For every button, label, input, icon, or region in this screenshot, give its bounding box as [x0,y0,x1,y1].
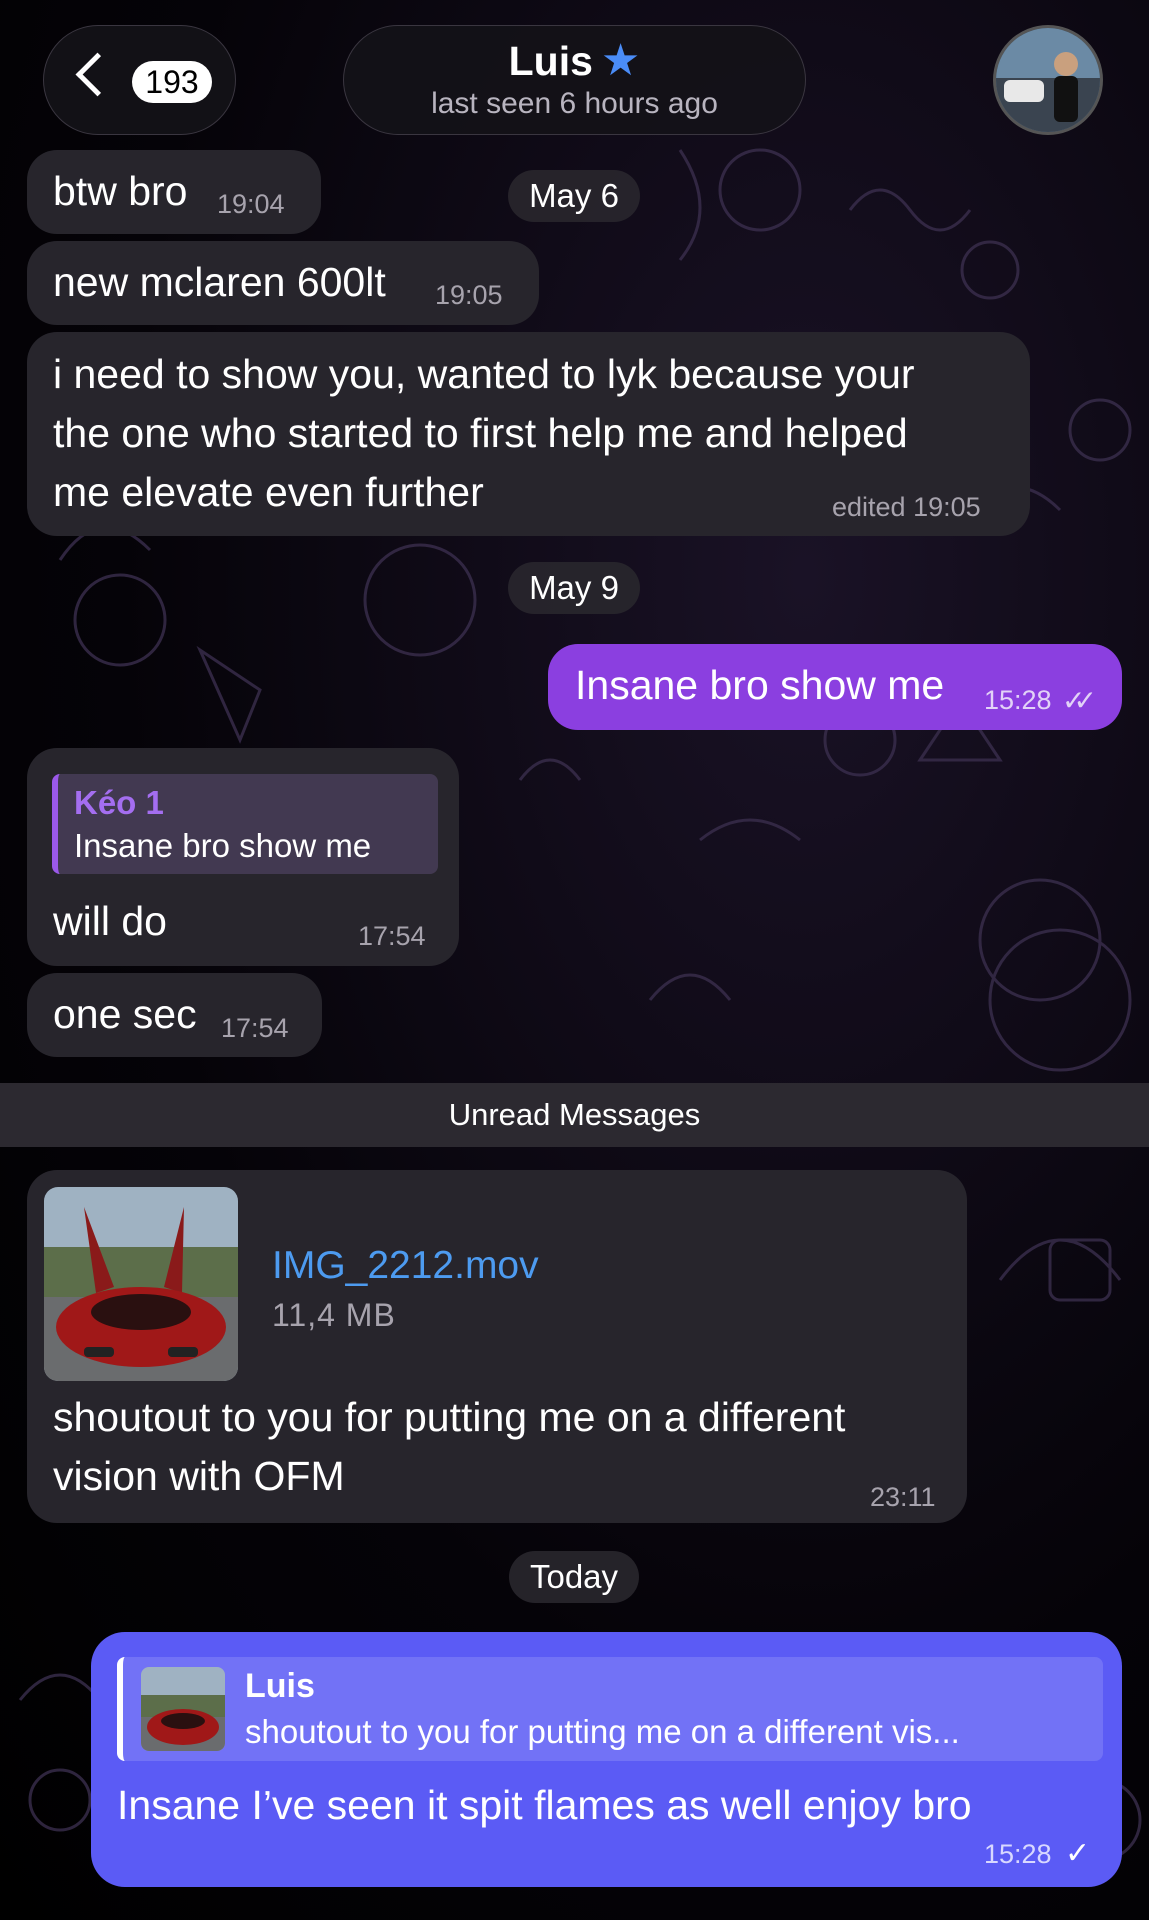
reply-text: shoutout to you for putting me on a diff… [245,1713,960,1750]
date-separator: May 9 [508,562,640,614]
message-text: one sec [53,991,197,1037]
contact-name: Luis [508,38,593,84]
message-text-line: shoutout to you for putting me on a diff… [53,1394,846,1440]
reply-preview[interactable]: Kéo 1 Insane bro show me [52,774,438,874]
incoming-file-message[interactable]: IMG_2212.mov 11,4 MB shoutout to you for… [27,1170,967,1523]
file-size: 11,4 MB [272,1297,396,1333]
message-text-line: i need to show you, wanted to lyk becaus… [53,351,915,397]
reply-thumbnail [141,1667,225,1751]
file-name-link[interactable]: IMG_2212.mov [272,1244,539,1288]
chat-header-title[interactable]: Luis ★ last seen 6 hours ago [343,25,806,135]
incoming-message[interactable]: new mclaren 600lt 19:05 [27,241,539,325]
contact-status: last seen 6 hours ago [431,87,718,120]
avatar[interactable] [993,25,1103,135]
message-time: 17:54 [358,921,426,951]
incoming-message[interactable]: i need to show you, wanted to lyk becaus… [27,332,1030,536]
unread-messages-divider: Unread Messages [0,1083,1149,1147]
message-text: Insane bro show me [575,662,945,708]
back-button[interactable]: 193 [43,25,236,135]
back-chevron-icon [75,52,120,97]
star-icon: ★ [600,36,641,85]
reply-author: Kéo 1 [74,784,164,821]
outgoing-message[interactable]: Luis shoutout to you for putting me on a… [91,1632,1122,1887]
message-time: 17:54 [221,1013,289,1043]
message-text: new mclaren 600lt [53,259,386,305]
reply-preview[interactable]: Luis shoutout to you for putting me on a… [117,1657,1103,1761]
incoming-message[interactable]: one sec 17:54 [27,973,322,1057]
date-separator: May 6 [508,170,640,222]
message-time: 15:28 [984,685,1052,715]
message-time: edited 19:05 [832,492,981,522]
message-text: will do [53,898,167,944]
incoming-message[interactable]: btw bro 19:04 [27,150,321,234]
message-time: 23:11 [870,1482,936,1512]
video-thumbnail[interactable] [44,1187,238,1381]
date-separator: Today [509,1551,639,1603]
unread-count-badge: 193 [132,61,212,103]
message-text: btw bro [53,168,188,214]
incoming-message[interactable]: Kéo 1 Insane bro show me will do 17:54 [27,748,459,966]
message-text-line: vision with OFM [53,1453,345,1499]
double-check-icon: ✓✓ [1062,685,1097,716]
message-text-line: me elevate even further [53,469,484,515]
message-time: 19:04 [217,189,285,219]
outgoing-message[interactable]: Insane bro show me 15:28 ✓✓ [548,644,1122,730]
reply-text: Insane bro show me [74,827,372,864]
message-time: 19:05 [435,280,503,310]
reply-author: Luis [245,1667,315,1705]
single-check-icon: ✓ [1065,1837,1091,1870]
message-time: 15:28 [984,1839,1052,1869]
message-text-line: the one who started to first help me and… [53,410,908,456]
message-text: Insane I’ve seen it spit flames as well … [117,1782,972,1828]
